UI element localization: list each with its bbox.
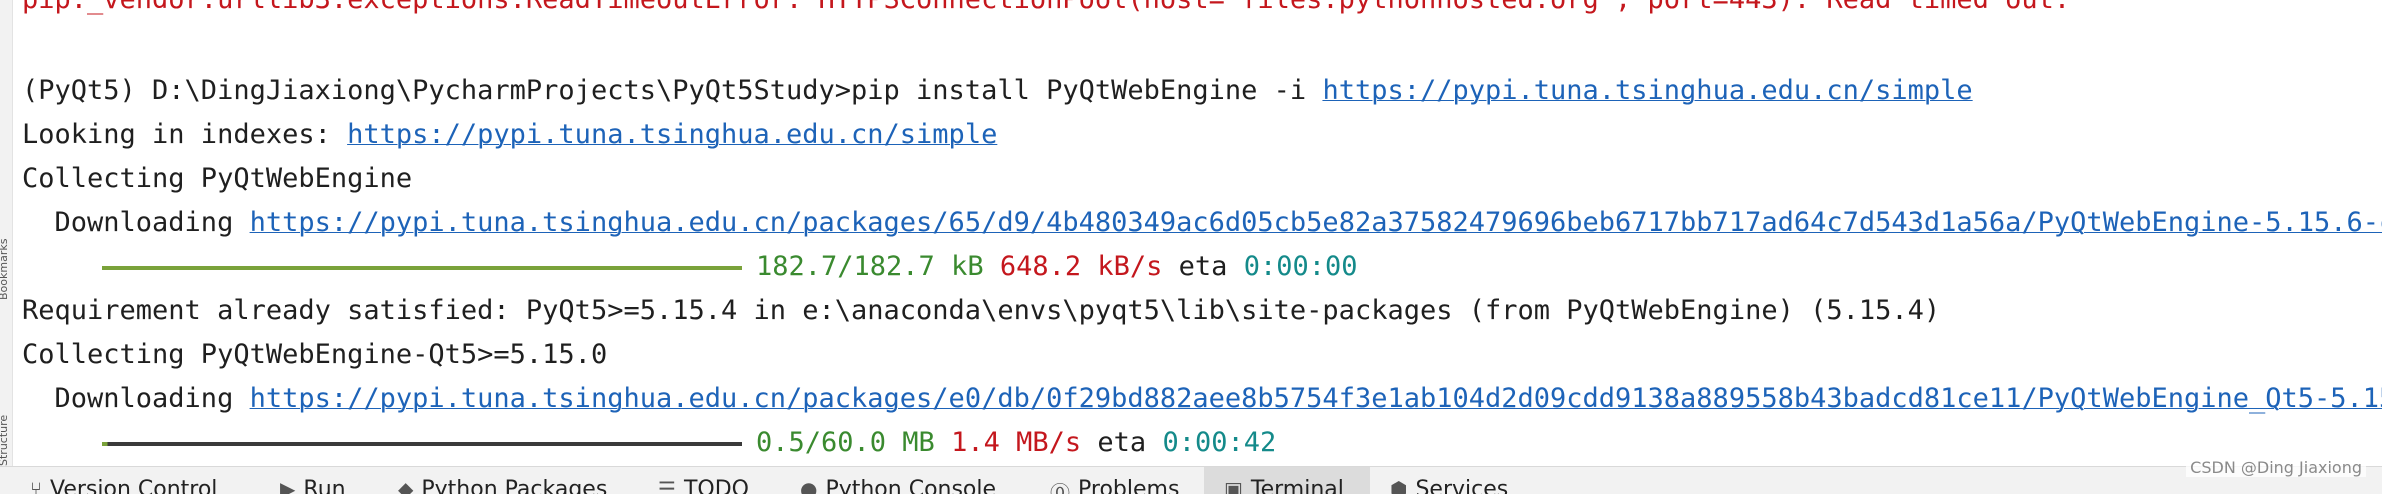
download-line-2: Downloading https://pypi.tuna.tsinghua.e…	[22, 382, 2382, 416]
download-line-1: Downloading https://pypi.tuna.tsinghua.e…	[22, 206, 2382, 240]
progress-size-1: 182.7/182.7 kB	[756, 251, 984, 282]
progress-speed-1: 648.2 kB/s	[999, 251, 1163, 282]
progress-eta-1: 0:00:00	[1243, 251, 1358, 282]
tool-window-services[interactable]: ⬢ Services	[1390, 467, 1540, 494]
bookmarks-panel-tab[interactable]: Bookmarks	[0, 150, 13, 300]
download-label: Downloading	[22, 207, 250, 238]
tool-window-label: Version Control	[50, 477, 218, 494]
requirement-line: Requirement already satisfied: PyQt5>=5.…	[22, 295, 1941, 326]
command-url-link[interactable]: https://pypi.tuna.tsinghua.edu.cn/simple	[1322, 75, 1972, 106]
eta-label-1: eta	[1178, 251, 1228, 282]
todo-icon: ☰	[658, 477, 676, 494]
download-url-link-2[interactable]: https://pypi.tuna.tsinghua.edu.cn/packag…	[250, 383, 2382, 414]
download-url-link-1[interactable]: https://pypi.tuna.tsinghua.edu.cn/packag…	[250, 207, 2382, 238]
collecting-line-2: Collecting PyQtWebEngine-Qt5>=5.15.0	[22, 339, 608, 370]
services-icon: ⬢	[1390, 477, 1408, 494]
csdn-watermark: CSDN @Ding Jiaxiong	[2186, 458, 2366, 477]
tool-window-run[interactable]: ▶ Run	[280, 467, 390, 494]
error-line: pip._vendor.urllib3.exceptions.ReadTimeo…	[22, 0, 2070, 17]
problems-icon: ⓪	[1050, 481, 1070, 494]
run-icon: ▶	[280, 477, 296, 494]
progress-line-1: 182.7/182.7 kB 648.2 kB/s eta 0:00:00	[102, 250, 1358, 284]
tool-window-label: Terminal	[1250, 477, 1344, 494]
progress-speed-2: 1.4 MB/s	[951, 427, 1082, 458]
index-label: Looking in indexes:	[22, 119, 348, 150]
console-icon: ●	[800, 477, 818, 494]
progress-eta-2: 0:00:42	[1162, 427, 1277, 458]
progress-line-2: 0.5/60.0 MB 1.4 MB/s eta 0:00:42	[102, 426, 1276, 460]
tool-window-version-control[interactable]: ⑂ Version Control	[30, 467, 260, 494]
command-prompt: (PyQt5) D:\DingJiaxiong\PycharmProjects\…	[22, 75, 1323, 106]
index-url-link[interactable]: https://pypi.tuna.tsinghua.edu.cn/simple	[347, 119, 997, 150]
progress-size-2: 0.5/60.0 MB	[756, 427, 935, 458]
tool-window-label: Problems	[1078, 477, 1180, 494]
tool-window-label: Services	[1415, 477, 1509, 494]
tool-window-label: Run	[303, 477, 346, 494]
tool-window-label: Python Console	[825, 477, 997, 494]
structure-panel-tab[interactable]: Structure	[0, 330, 13, 466]
tool-window-python-console[interactable]: ● Python Console	[800, 467, 1040, 494]
tool-window-label: TODO	[683, 477, 749, 494]
command-line: (PyQt5) D:\DingJiaxiong\PycharmProjects\…	[22, 74, 1973, 108]
tool-window-label: Python Packages	[421, 477, 608, 494]
download-label: Downloading	[22, 383, 250, 414]
tool-window-python-packages[interactable]: ◆ Python Packages	[398, 467, 638, 494]
tool-window-problems[interactable]: ⓪ Problems	[1050, 467, 1210, 494]
eta-label-2: eta	[1097, 427, 1147, 458]
terminal-output[interactable]: pip._vendor.urllib3.exceptions.ReadTimeo…	[22, 0, 2382, 466]
left-tool-strip: Bookmarks Structure	[0, 0, 13, 466]
tool-window-todo[interactable]: ☰ TODO	[658, 467, 788, 494]
bottom-tool-window-bar: ⑂ Version Control ▶ Run ◆ Python Packages ☰…	[0, 466, 2382, 494]
terminal-icon: ▣	[1224, 477, 1243, 494]
progress-bar-2	[102, 441, 742, 446]
collecting-line-1: Collecting PyQtWebEngine	[22, 163, 413, 194]
branch-icon: ⑂	[30, 477, 42, 494]
progress-bar-1	[102, 265, 742, 270]
index-line: Looking in indexes: https://pypi.tuna.ts…	[22, 118, 997, 152]
packages-icon: ◆	[398, 477, 414, 494]
tool-window-terminal[interactable]: ▣ Terminal	[1204, 467, 1370, 494]
